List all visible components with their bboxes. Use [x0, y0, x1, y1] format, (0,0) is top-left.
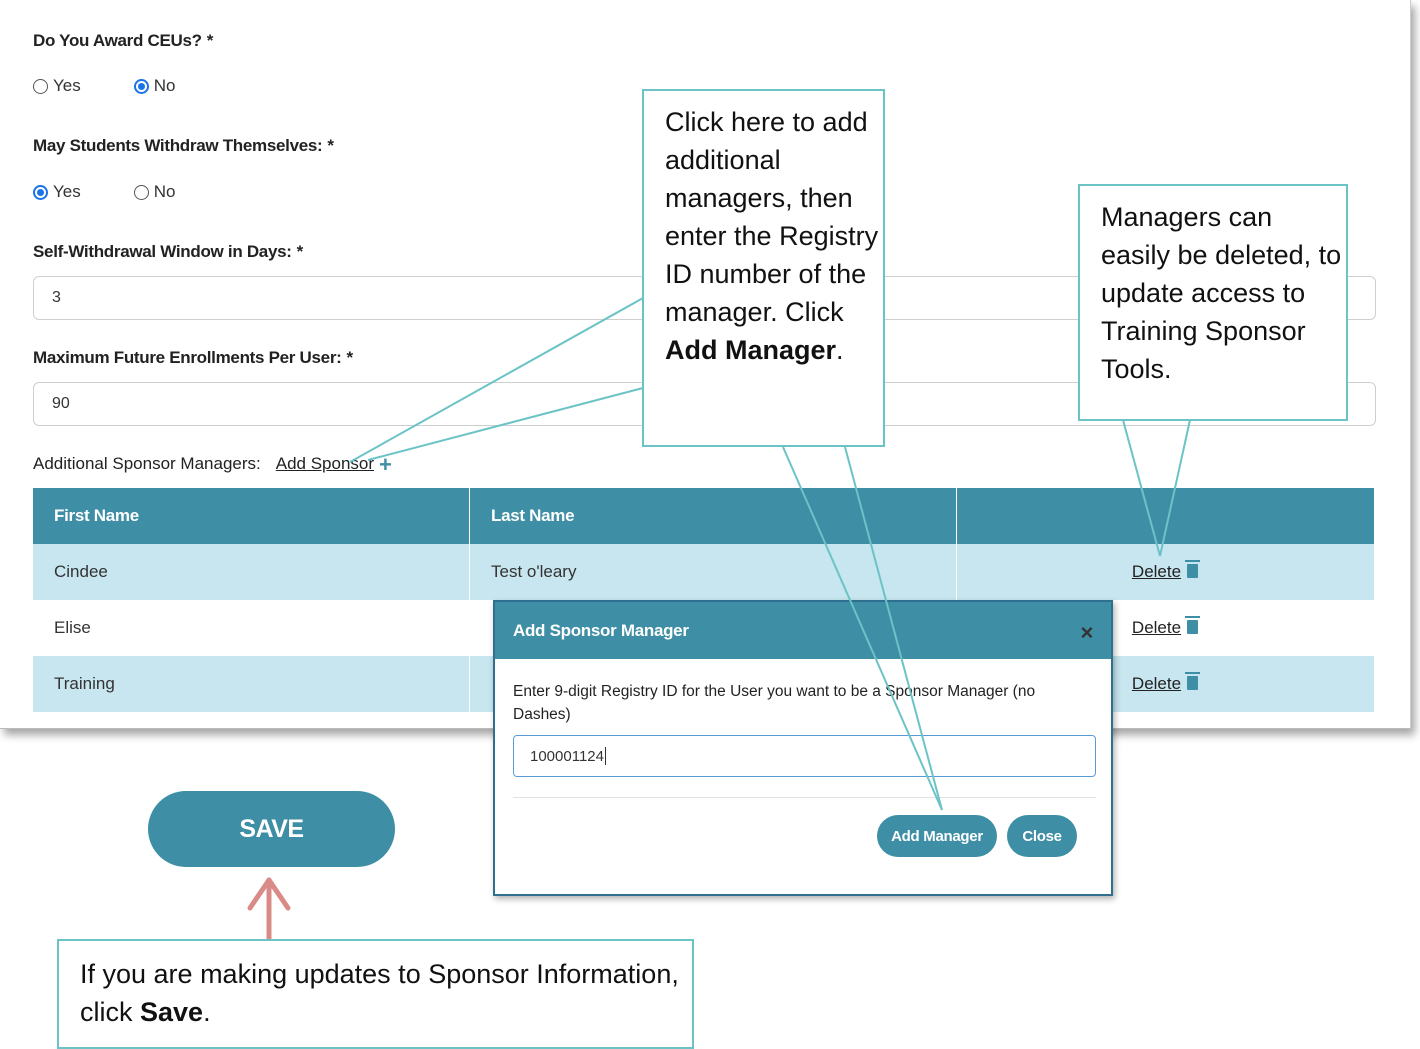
- save-arrow: [247, 877, 291, 941]
- save-callout: If you are making updates to Sponsor Inf…: [57, 939, 694, 1049]
